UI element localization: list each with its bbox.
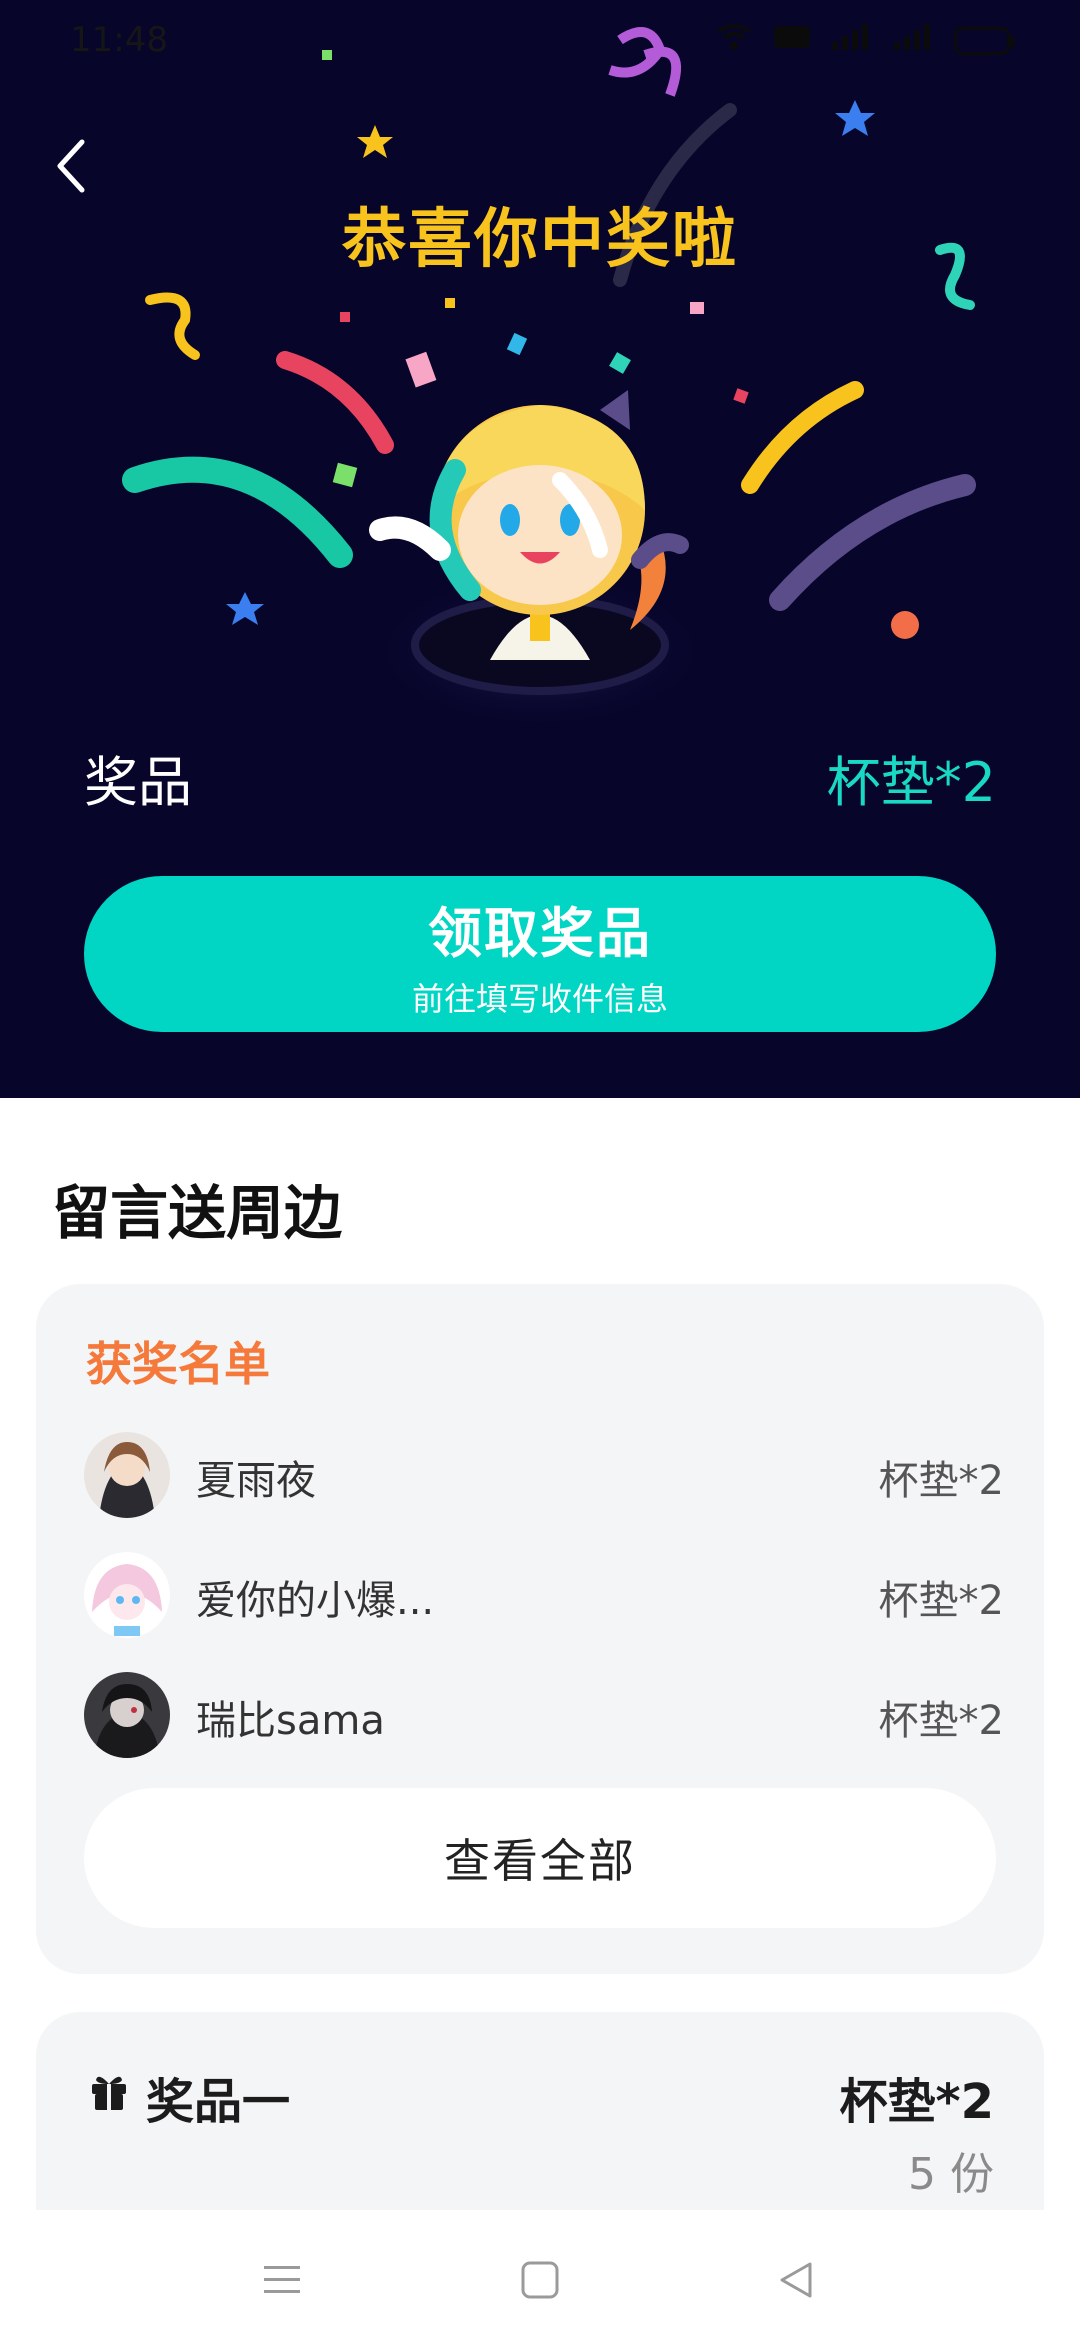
home-square-icon	[521, 2261, 559, 2299]
prize-label: 奖品	[84, 751, 192, 814]
winner-prize: 杯垫*2	[878, 1698, 1004, 1744]
winner-prize: 杯垫*2	[878, 1458, 1004, 1504]
battery-icon	[954, 26, 1015, 55]
avatar	[84, 1672, 170, 1758]
mascot-illustration	[369, 390, 710, 730]
claim-button-sublabel: 前往填写收件信息	[411, 979, 668, 1018]
gift-icon	[92, 2076, 126, 2110]
section-title: 留言送周边	[52, 1179, 343, 1247]
prize-row: 奖品 杯垫*2	[84, 730, 996, 814]
view-all-button[interactable]: 查看全部	[84, 1788, 996, 1928]
avatar	[84, 1552, 170, 1638]
menu-nav-button[interactable]	[242, 2240, 322, 2320]
winner-row[interactable]: 夏雨夜 杯垫*2	[84, 1432, 1004, 1522]
status-icons	[714, 22, 1015, 59]
hero-title: 恭喜你中奖啦	[342, 203, 738, 277]
winners-title: 获奖名单	[86, 1337, 270, 1391]
prize-card-value: 杯垫*2	[839, 2074, 994, 2130]
prize-value: 杯垫*2	[826, 751, 996, 814]
signal-icon	[830, 22, 874, 59]
winner-name: 夏雨夜	[196, 1458, 316, 1504]
claim-button-label: 领取奖品	[428, 901, 652, 965]
home-nav-button[interactable]	[500, 2240, 580, 2320]
status-time: 11:48	[70, 20, 168, 60]
claim-prize-button[interactable]: 领取奖品 前往填写收件信息	[84, 876, 996, 1032]
chevron-left-icon	[57, 139, 85, 193]
avatar	[84, 1432, 170, 1518]
signal-icon-2	[892, 22, 936, 59]
prize-card-title: 奖品一	[146, 2074, 291, 2130]
winner-prize: 杯垫*2	[878, 1578, 1004, 1624]
menu-icon	[264, 2266, 300, 2293]
prize-card-count: 5 份	[908, 2149, 994, 2200]
winners-card: 获奖名单 夏雨夜 杯垫*2 爱你的小爆... 杯垫*2 瑞比sama 杯垫*2 …	[36, 1284, 1044, 1974]
hero-banner: 11:48 恭喜你中奖啦 奖品 杯垫*2 领取奖品 前往填写收件信息	[0, 0, 1080, 1098]
winner-row[interactable]: 爱你的小爆... 杯垫*2	[84, 1552, 1004, 1642]
system-nav-bar	[0, 2210, 1080, 2340]
hd-icon	[772, 22, 812, 59]
status-bar: 11:48	[0, 0, 1080, 82]
back-nav-button[interactable]	[756, 2240, 836, 2320]
winner-name: 瑞比sama	[196, 1698, 385, 1744]
winner-row[interactable]: 瑞比sama 杯垫*2	[84, 1672, 1004, 1762]
winner-name: 爱你的小爆...	[196, 1578, 435, 1624]
wifi-icon	[714, 22, 754, 59]
back-triangle-icon	[780, 2262, 812, 2298]
